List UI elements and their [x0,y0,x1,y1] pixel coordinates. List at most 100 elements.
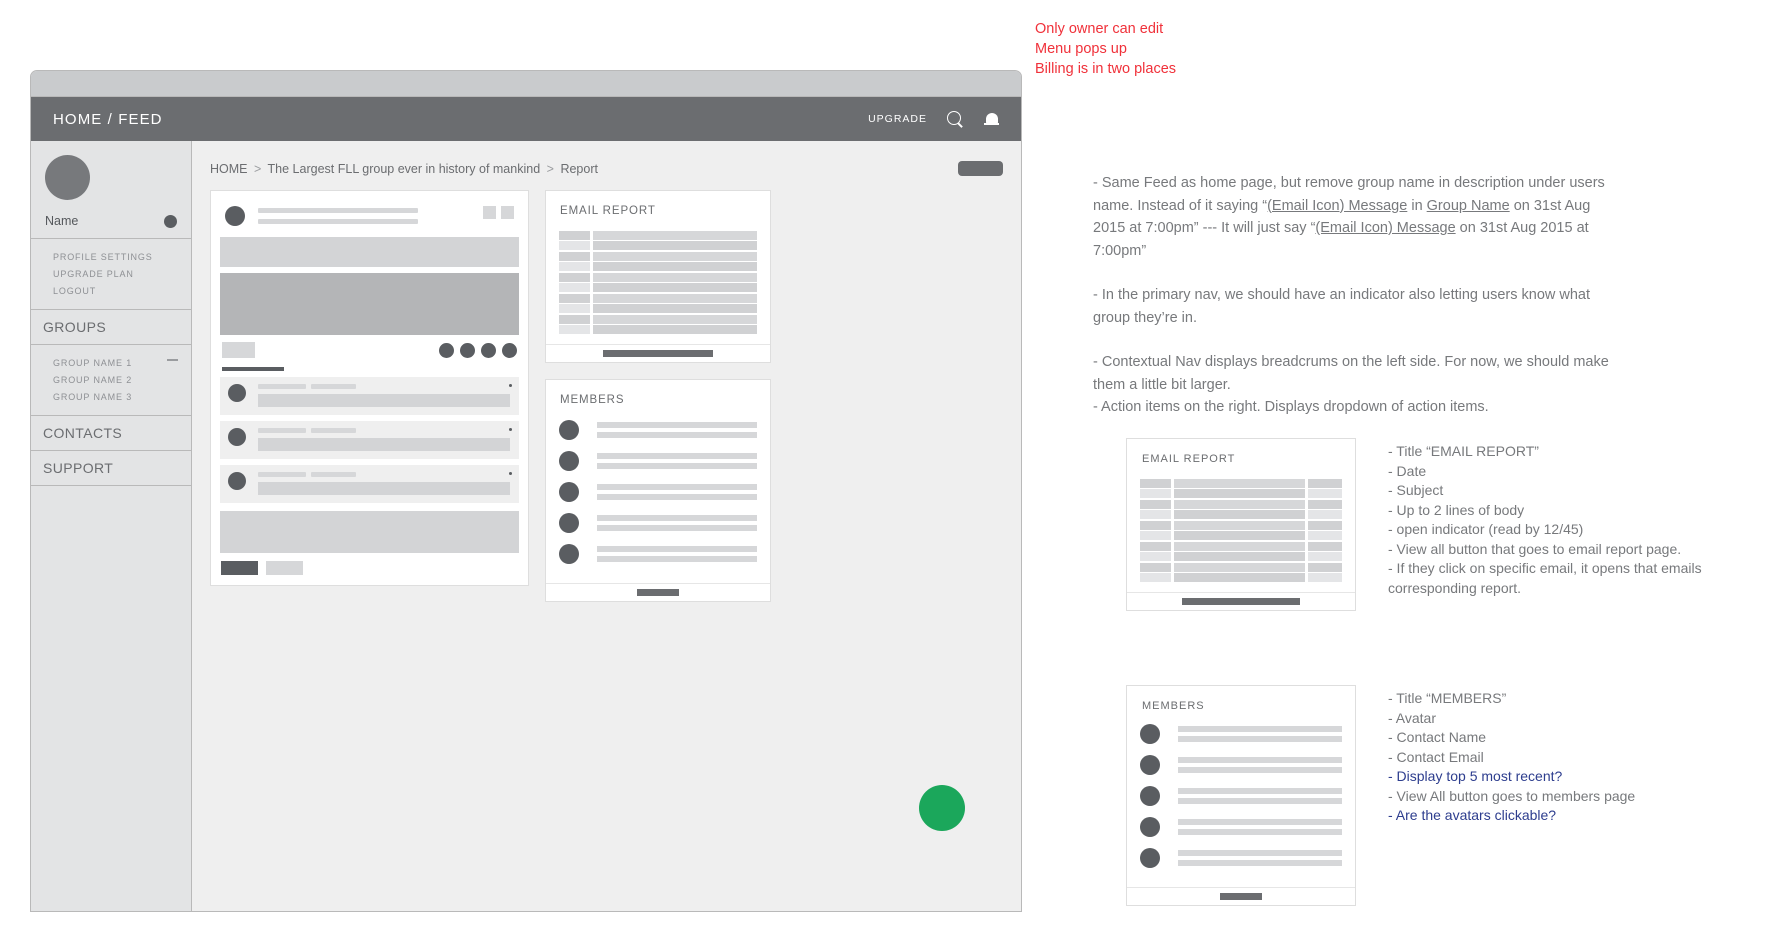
callout-item: - Contact Email [1388,748,1484,765]
action-items-dropdown-button[interactable] [958,161,1003,176]
comment-text-placeholder [258,438,510,451]
comment-avatar[interactable] [228,428,246,446]
placeholder-bar [1308,500,1342,509]
placeholder-bar [1174,489,1305,498]
email-subject-placeholder [593,252,757,271]
placeholder-bar [559,283,590,292]
breadcrumb-current-page: Report [560,161,598,176]
breadcrumb-row: HOME > The Largest FLL group ever in his… [210,161,1003,176]
placeholder-bar [559,273,590,282]
member-row[interactable] [559,420,757,440]
sidebar-section-contacts[interactable]: CONTACTS [31,416,191,451]
member-row[interactable] [559,482,757,502]
post-action-icon[interactable] [483,206,496,219]
primary-button[interactable] [221,561,258,575]
member-avatar [1140,724,1160,744]
email-subject-placeholder [1174,479,1305,498]
view-all-button[interactable] [603,350,713,357]
placeholder-bar [311,472,356,477]
members-callout-list: - Title “MEMBERS” - Avatar - Contact Nam… [1388,689,1718,826]
comment-item[interactable] [220,465,519,503]
member-row[interactable] [559,544,757,564]
member-avatar[interactable] [559,451,579,471]
email-open-indicator-placeholder [1308,500,1342,519]
sidebar-item-profile-settings[interactable]: PROFILE SETTINGS [31,248,191,265]
placeholder-bar [1178,757,1342,763]
comment-avatar[interactable] [228,384,246,402]
breadcrumb-group[interactable]: The Largest FLL group ever in history of… [268,162,541,176]
email-report-row[interactable] [559,294,757,313]
view-all-button [1220,893,1262,900]
callout-item: - View All button goes to members page [1388,787,1636,804]
reaction-icon[interactable] [460,342,475,358]
email-date-placeholder [1140,479,1171,498]
email-date-placeholder [559,252,590,271]
member-avatar[interactable] [559,482,579,502]
placeholder-bar [1308,521,1342,530]
member-row [1140,786,1342,806]
reaction-icon[interactable] [481,342,496,358]
reaction-icon[interactable] [502,342,517,358]
member-row[interactable] [559,513,757,533]
placeholder-bar [559,252,590,261]
sidebar-item-group-3[interactable]: GROUP NAME 3 [31,388,191,405]
post-action-icon[interactable] [501,206,514,219]
annotation-paragraph-4: - Action items on the right. Displays dr… [1093,399,1489,415]
placeholder-bar [593,231,757,240]
member-avatar[interactable] [559,544,579,564]
placeholder-bar [1140,563,1171,572]
placeholder-bar [559,262,590,271]
comment-item[interactable] [220,421,519,459]
email-report-panel: EMAIL REPORT [545,190,771,363]
floating-action-button[interactable] [919,785,965,831]
compose-box-placeholder[interactable] [220,511,519,553]
comment-options-icon[interactable] [509,472,512,475]
member-avatar[interactable] [559,513,579,533]
sidebar-item-group-1[interactable]: GROUP NAME 1 [31,354,191,371]
comment-options-icon[interactable] [509,428,512,431]
member-avatar[interactable] [559,420,579,440]
placeholder-bar [593,325,757,334]
secondary-button[interactable] [266,561,303,575]
placeholder-bar [1140,552,1171,561]
sidebar-section-support[interactable]: SUPPORT [31,451,191,486]
avatar[interactable] [45,155,90,200]
email-subject-placeholder [1174,521,1305,540]
email-report-row[interactable] [559,231,757,250]
sidebar-name-row: Name [45,214,177,228]
post-header [220,200,519,231]
post-avatar[interactable] [225,206,245,226]
comment-options-icon[interactable] [509,384,512,387]
email-report-row[interactable] [559,252,757,271]
placeholder-bar [593,304,757,313]
placeholder-bar [1308,563,1342,572]
post-tag[interactable] [222,342,255,358]
comment-item[interactable] [220,377,519,415]
comment-avatar[interactable] [228,472,246,490]
annotation-paragraph-2: - In the primary nav, we should have an … [1093,287,1591,326]
comment-text-placeholder [258,482,510,495]
email-report-row[interactable] [559,315,757,334]
annotation-text: in [1407,197,1427,214]
email-report-row[interactable] [559,273,757,292]
breadcrumb-home[interactable]: HOME [210,162,248,176]
sidebar-item-group-2[interactable]: GROUP NAME 2 [31,371,191,388]
callout-title: EMAIL REPORT [1142,453,1236,465]
search-icon[interactable] [947,110,964,128]
placeholder-bar [559,231,590,240]
email-subject-placeholder [593,315,757,334]
upgrade-button[interactable]: UPGRADE [868,113,927,125]
bell-icon[interactable] [984,111,999,128]
sidebar-section-groups[interactable]: GROUPS [31,310,191,345]
sidebar-item-upgrade-plan[interactable]: UPGRADE PLAN [31,265,191,282]
placeholder-bar [1178,767,1342,773]
collapse-minus-icon[interactable] [167,359,178,361]
view-all-button[interactable] [637,589,679,596]
placeholder-bar [1308,531,1342,540]
sidebar-item-logout[interactable]: LOGOUT [31,282,191,299]
reaction-icon[interactable] [439,342,454,358]
sidebar-group-list: GROUP NAME 1 GROUP NAME 2 GROUP NAME 3 [31,345,191,416]
member-row[interactable] [559,451,757,471]
member-avatar [1140,848,1160,868]
callout-item: - open indicator (read by 12/45) [1388,521,1584,537]
